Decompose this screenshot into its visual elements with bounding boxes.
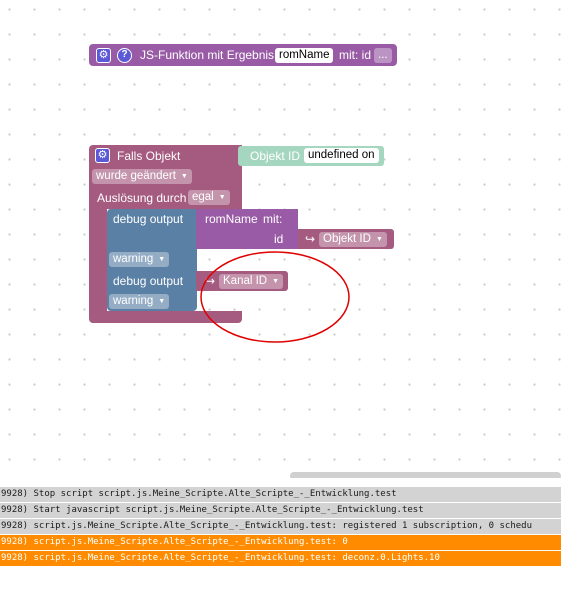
chevron-down-icon: ▼	[180, 173, 188, 180]
log-line: 9928) Stop script script.js.Meine_Script…	[0, 487, 561, 502]
trigger-by-dropdown[interactable]: egal ▼	[188, 190, 230, 205]
gear-icon[interactable]: ⚙	[95, 148, 110, 163]
function-call-block[interactable]: romName mit: id	[196, 209, 298, 249]
log-line: 9928) Start javascript script.js.Meine_S…	[0, 503, 561, 518]
function-block-label: JS-Funktion mit Ergebnis	[140, 48, 275, 62]
trigger-by-label: Auslösung durch	[97, 191, 187, 205]
log-panel: 9928) Stop script script.js.Meine_Script…	[0, 487, 561, 567]
object-id-block[interactable]: Objekt ID undefined on	[238, 146, 384, 166]
condition-dropdown[interactable]: wurde geändert ▼	[92, 169, 192, 184]
function-params-label: mit: id	[339, 48, 372, 62]
trigger-block-spine	[89, 205, 107, 317]
log-line: 9928) script.js.Meine_Scripte.Alte_Scrip…	[0, 535, 561, 550]
chevron-down-icon: ▼	[218, 194, 226, 201]
chevron-down-icon: ▼	[158, 298, 166, 305]
object-id-field[interactable]: undefined on	[304, 148, 379, 163]
function-definition-block[interactable]: ⚙ ? JS-Funktion mit Ergebnis romName mit…	[89, 44, 397, 66]
channel-id-dropdown[interactable]: Kanal ID ▼	[219, 274, 284, 289]
function-more-button[interactable]: ...	[374, 48, 392, 63]
function-call-name: romName	[205, 212, 258, 226]
log-line: 9928) script.js.Meine_Scripte.Alte_Scrip…	[0, 519, 561, 534]
object-id-dropdown[interactable]: Objekt ID ▼	[319, 232, 387, 247]
function-name-field[interactable]: romName	[275, 48, 334, 63]
on-arrow-icon: ↪	[305, 232, 316, 246]
log-level-dropdown[interactable]: warning ▼	[109, 294, 170, 309]
horizontal-scrollbar[interactable]	[290, 472, 561, 478]
help-icon[interactable]: ?	[117, 48, 132, 63]
blockly-workspace[interactable]: ⚙ ? JS-Funktion mit Ergebnis romName mit…	[0, 0, 561, 478]
chevron-down-icon: ▼	[158, 256, 166, 263]
channel-id-arg-block[interactable]: ↪ Kanal ID ▼	[196, 271, 288, 291]
chevron-down-icon: ▼	[272, 278, 280, 285]
debug-output-label: debug output	[113, 274, 184, 288]
gear-icon[interactable]: ⚙	[96, 48, 111, 63]
debug-output-block-2[interactable]: debug output warning ▼	[107, 271, 197, 311]
chevron-down-icon: ▼	[375, 236, 383, 243]
log-line: 9928) script.js.Meine_Scripte.Alte_Scrip…	[0, 551, 561, 566]
function-call-mit: mit:	[263, 212, 283, 226]
on-arrow-icon: ↪	[205, 274, 216, 288]
function-call-param: id	[274, 232, 284, 246]
trigger-block-footer	[89, 311, 242, 323]
object-id-label: Objekt ID	[250, 149, 301, 163]
debug-output-label: debug output	[113, 212, 184, 226]
log-level-dropdown[interactable]: warning ▼	[109, 252, 170, 267]
debug-output-block-1[interactable]: debug output warning ▼	[107, 209, 197, 271]
trigger-title: Falls Objekt	[117, 149, 181, 163]
object-id-arg-block[interactable]: ↪ Objekt ID ▼	[298, 229, 394, 249]
